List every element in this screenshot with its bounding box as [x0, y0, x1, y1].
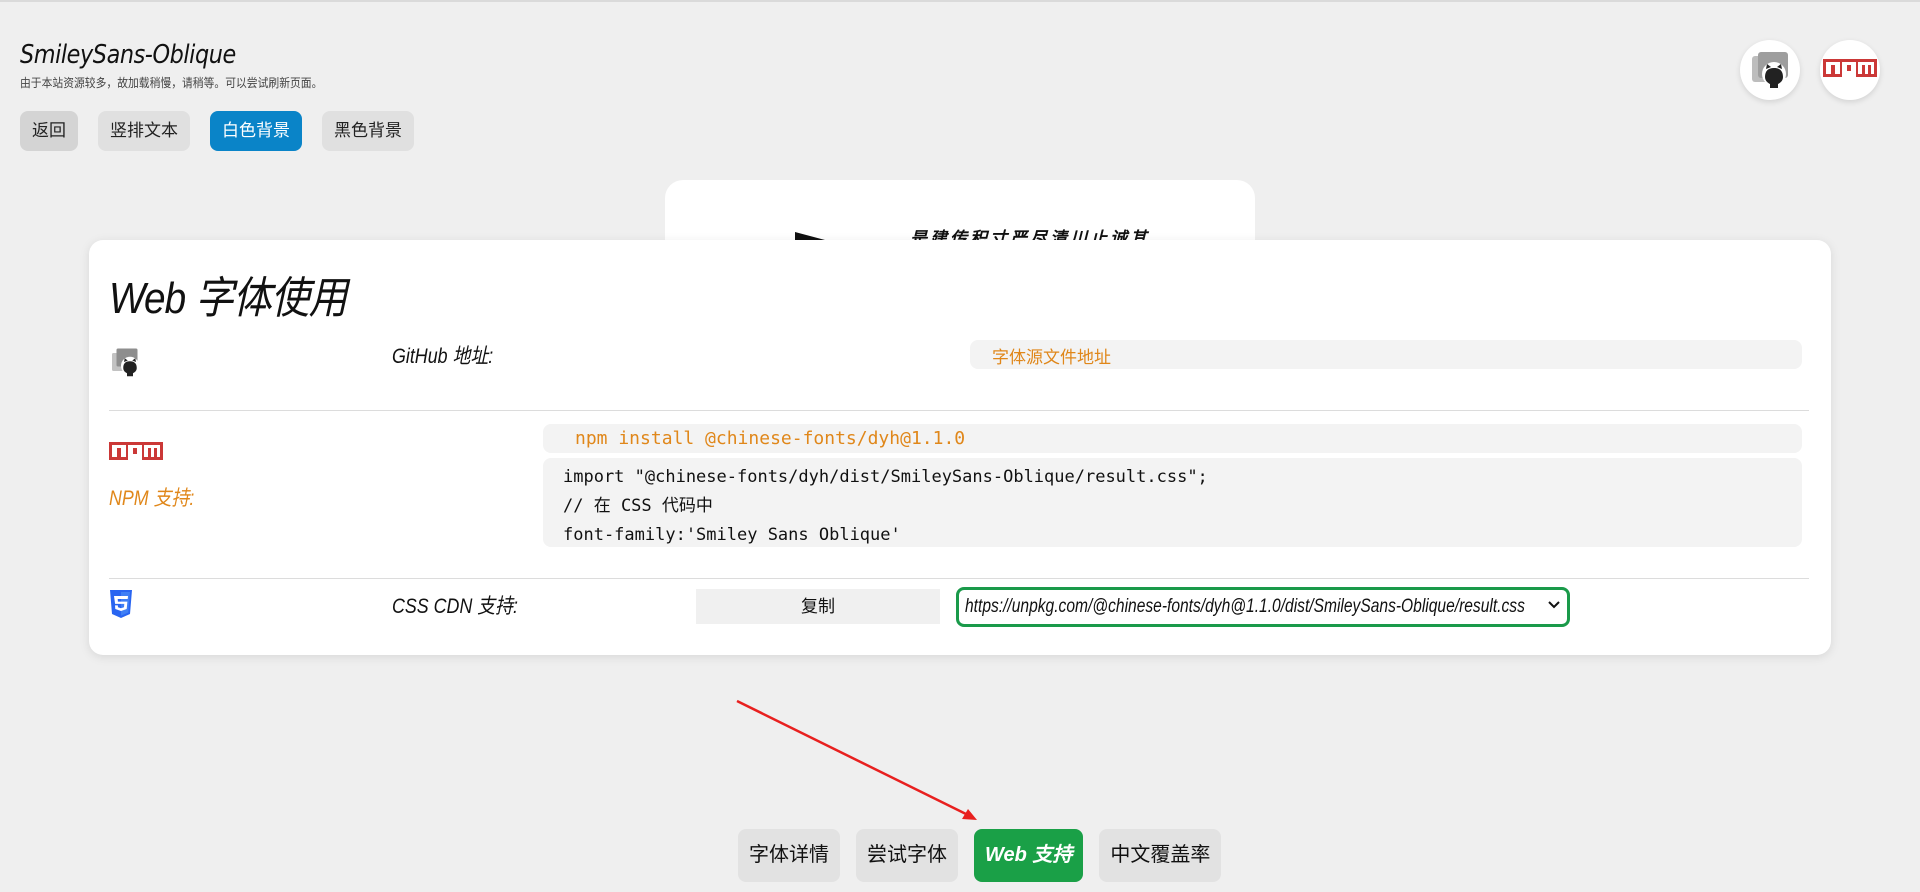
page-header: SmileySans-Oblique 由于本站资源较多，故加载稍慢，请稍等。可以… — [20, 40, 356, 91]
code-line: import "@chinese-fonts/dyh/dist/SmileySa… — [563, 467, 1208, 487]
copy-button[interactable]: 复制 — [696, 589, 940, 624]
tab-try-font[interactable]: 尝试字体 — [856, 829, 958, 882]
github-source-link[interactable]: 字体源文件地址 — [992, 343, 1111, 368]
github-source-field: 字体源文件地址 — [970, 340, 1802, 369]
back-button[interactable]: 返回 — [20, 111, 78, 151]
github-octocat-icon — [1752, 52, 1788, 88]
code-line: // 在 CSS 代码中 — [563, 496, 713, 516]
black-background-button[interactable]: 黑色背景 — [322, 111, 414, 151]
github-link-button[interactable] — [1740, 40, 1800, 100]
loading-notice: 由于本站资源较多，故加载稍慢，请稍等。可以尝试刷新页面。 — [20, 76, 323, 90]
npm-label: NPM 支持: — [109, 487, 195, 510]
npm-row-icon — [109, 441, 163, 463]
web-usage-card: Web 字体使用 GitHub 地址: 字体源文件地址 NPM 支持: npm … — [89, 240, 1831, 655]
tab-web-support[interactable]: Web 支持 — [974, 829, 1084, 882]
cdn-label: CSS CDN 支持: — [392, 595, 518, 618]
github-icon — [112, 348, 139, 377]
npm-link-button[interactable] — [1820, 40, 1880, 100]
github-row-icon — [109, 344, 145, 380]
tab-chinese-coverage[interactable]: 中文覆盖率 — [1099, 829, 1222, 882]
github-label: GitHub 地址: — [392, 345, 494, 368]
css-row-icon — [109, 590, 133, 618]
css3-icon — [110, 590, 132, 618]
vertical-text-button[interactable]: 竖排文本 — [98, 111, 190, 151]
row-divider-2 — [109, 578, 1809, 579]
npm-logo-icon — [1823, 59, 1877, 77]
white-background-button[interactable]: 白色背景 — [210, 111, 302, 151]
top-toolbar: 返回 竖排文本 白色背景 黑色背景 — [20, 111, 434, 151]
top-border — [0, 0, 1920, 2]
bottom-tab-bar: 字体详情 尝试字体 Web 支持 中文覆盖率 — [738, 829, 1237, 882]
tab-font-details[interactable]: 字体详情 — [738, 829, 840, 882]
npm-code-block: import "@chinese-fonts/dyh/dist/SmileySa… — [543, 458, 1802, 547]
card-title: Web 字体使用 — [109, 274, 347, 323]
app-title: SmileySans-Oblique — [20, 40, 236, 70]
cdn-url-value: https://unpkg.com/@chinese-fonts/dyh@1.1… — [965, 596, 1525, 617]
npm-install-command[interactable]: npm install @chinese-fonts/dyh@1.1.0 — [575, 428, 965, 449]
npm-icon — [109, 442, 163, 460]
cdn-url-select[interactable]: https://unpkg.com/@chinese-fonts/dyh@1.1… — [956, 587, 1570, 627]
npm-install-field: npm install @chinese-fonts/dyh@1.1.0 — [543, 424, 1802, 453]
row-divider-1 — [109, 410, 1809, 411]
chevron-down-icon — [1548, 601, 1560, 609]
code-line: font-family:'Smiley Sans Oblique' — [563, 525, 901, 545]
